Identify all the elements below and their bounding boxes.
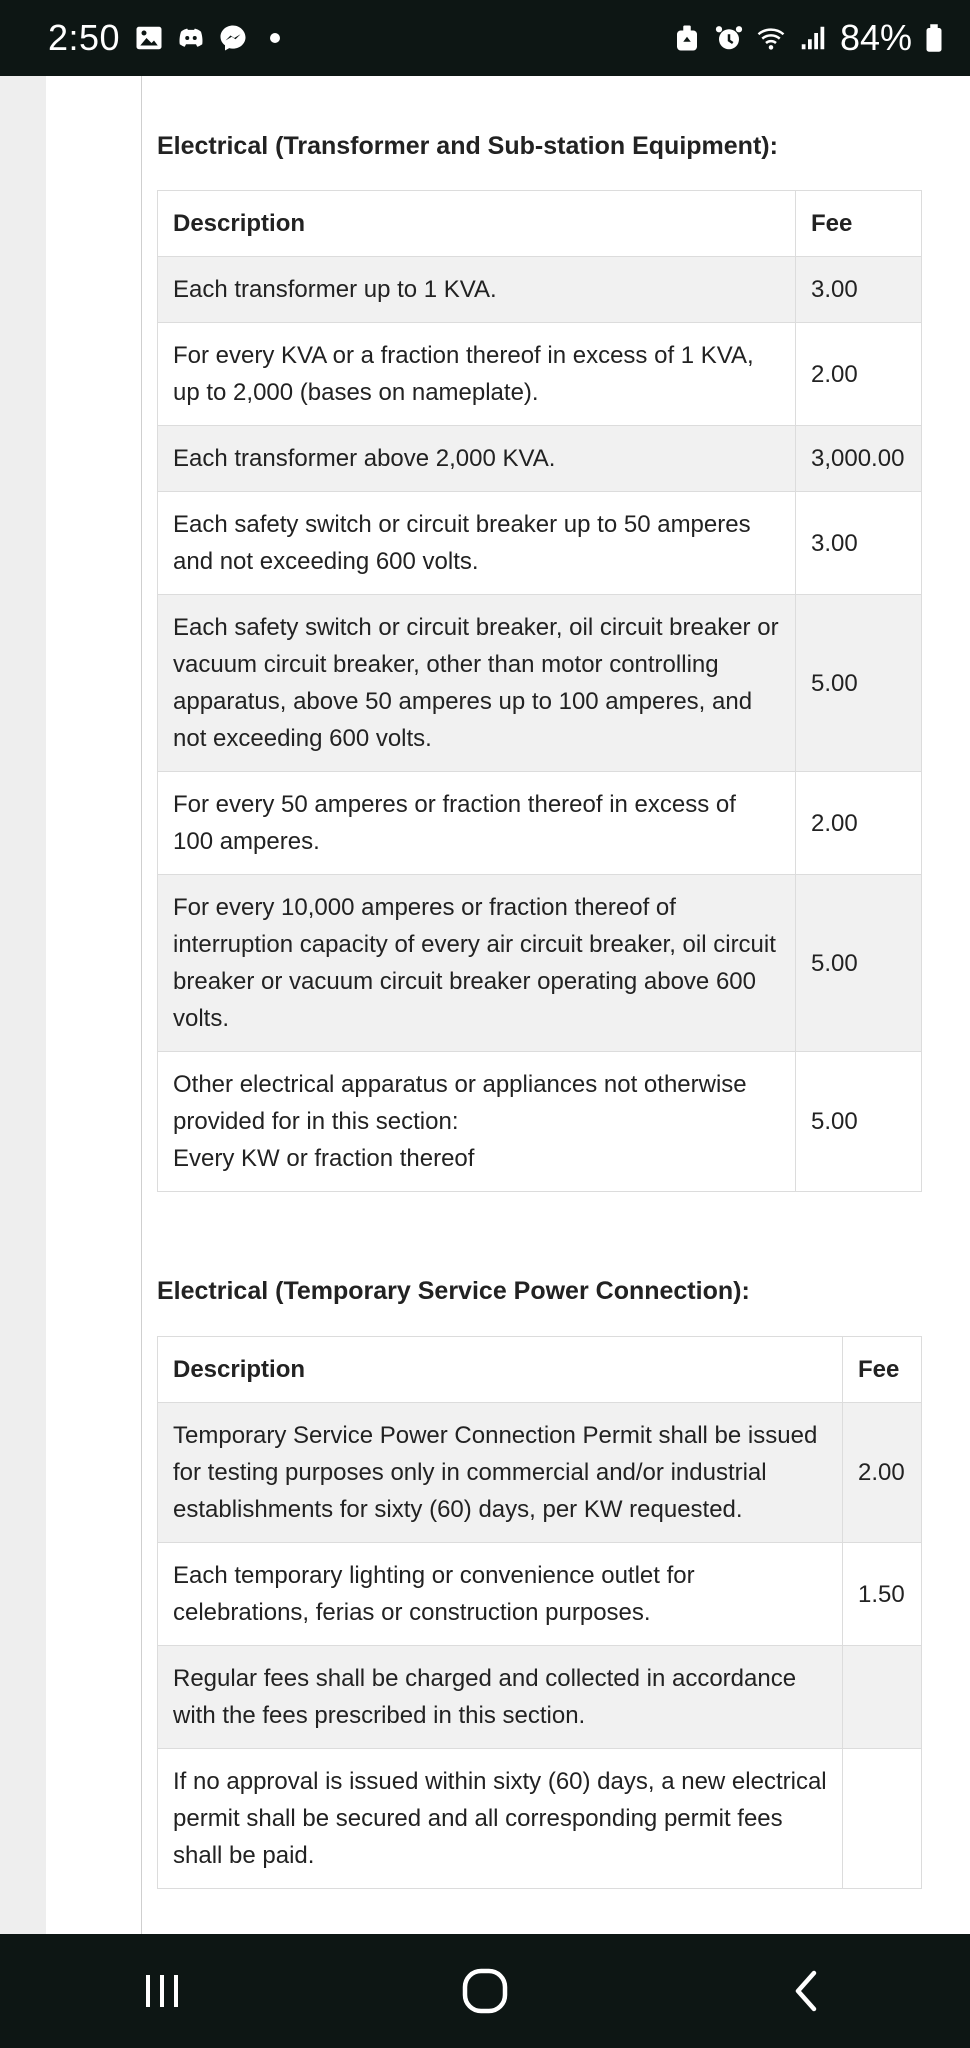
header-fee: Fee [795, 190, 922, 257]
battery-percent: 84% [839, 17, 912, 58]
row-description: For every 50 amperes or fraction thereof… [157, 771, 796, 875]
row-fee: 1.50 [842, 1542, 922, 1646]
recent-apps-icon [145, 1975, 178, 2007]
section-title-transformer: Electrical (Transformer and Sub-station … [157, 132, 778, 160]
table-row: Each safety switch or circuit breaker up… [157, 491, 922, 595]
row-fee: 2.00 [842, 1402, 922, 1543]
status-time: 2:50 [48, 17, 121, 58]
table-row: Each transformer above 2,000 KVA. 3,000.… [157, 425, 922, 492]
fee-table-transformer: Description Fee Each transformer up to 1… [157, 190, 922, 1192]
row-fee: 3.00 [795, 256, 922, 323]
table-row: Each transformer up to 1 KVA. 3.00 [157, 256, 922, 323]
row-description: For every KVA or a fraction thereof in e… [157, 322, 796, 426]
messenger-icon [218, 23, 248, 53]
row-fee: 3,000.00 [795, 425, 922, 492]
table-row: Other electrical apparatus or appliances… [157, 1051, 922, 1192]
row-fee: 5.00 [795, 594, 922, 772]
content-divider [141, 76, 142, 1934]
row-description-line: Every KW or fraction thereof [173, 1145, 475, 1172]
status-bar: 2:50 84% [0, 0, 970, 76]
home-button[interactable] [445, 1951, 525, 2031]
alarm-icon [714, 23, 744, 53]
row-description: Each temporary lighting or convenience o… [157, 1542, 843, 1646]
row-fee: 5.00 [795, 1051, 922, 1192]
wifi-icon [756, 23, 786, 53]
recent-apps-button[interactable] [122, 1951, 202, 2031]
row-description: Each transformer up to 1 KVA. [157, 256, 796, 323]
recycle-icon [672, 23, 702, 53]
battery-icon [924, 23, 944, 53]
row-description: Each transformer above 2,000 KVA. [157, 425, 796, 492]
home-icon [462, 1968, 508, 2014]
row-description: For every 10,000 amperes or fraction the… [157, 874, 796, 1052]
header-description: Description [157, 1336, 843, 1403]
table-row: For every 50 amperes or fraction thereof… [157, 771, 922, 875]
row-description: If no approval is issued within sixty (6… [157, 1748, 843, 1889]
row-description-line: Other electrical apparatus or appliances… [173, 1071, 747, 1135]
row-fee [842, 1645, 922, 1749]
signal-icon [798, 23, 828, 53]
navigation-bar [0, 1934, 970, 2048]
left-gutter [0, 76, 46, 1934]
row-fee [842, 1748, 922, 1889]
row-fee: 5.00 [795, 874, 922, 1052]
table-row: Each safety switch or circuit breaker, o… [157, 594, 922, 772]
row-fee: 2.00 [795, 771, 922, 875]
table-row: Each temporary lighting or convenience o… [157, 1542, 922, 1646]
row-description: Temporary Service Power Connection Permi… [157, 1402, 843, 1543]
table-row: If no approval is issued within sixty (6… [157, 1748, 922, 1889]
back-icon [796, 1970, 817, 2012]
back-button[interactable] [768, 1951, 848, 2031]
row-description: Regular fees shall be charged and collec… [157, 1645, 843, 1749]
table-row: Regular fees shall be charged and collec… [157, 1645, 922, 1749]
table-row: Temporary Service Power Connection Permi… [157, 1402, 922, 1543]
table-row: For every 10,000 amperes or fraction the… [157, 874, 922, 1052]
row-description: Each safety switch or circuit breaker up… [157, 491, 796, 595]
header-description: Description [157, 190, 796, 257]
fee-table-temporary-service: Description Fee Temporary Service Power … [157, 1336, 922, 1889]
row-fee: 2.00 [795, 322, 922, 426]
gallery-icon [134, 23, 164, 53]
notification-dot [270, 33, 281, 43]
header-fee: Fee [842, 1336, 922, 1403]
row-description: Each safety switch or circuit breaker, o… [157, 594, 796, 772]
discord-icon [176, 23, 206, 53]
table-row: For every KVA or a fraction thereof in e… [157, 322, 922, 426]
row-description: Other electrical apparatus or appliances… [157, 1051, 796, 1192]
section-title-temporary-service: Electrical (Temporary Service Power Conn… [157, 1277, 750, 1305]
row-fee: 3.00 [795, 491, 922, 595]
